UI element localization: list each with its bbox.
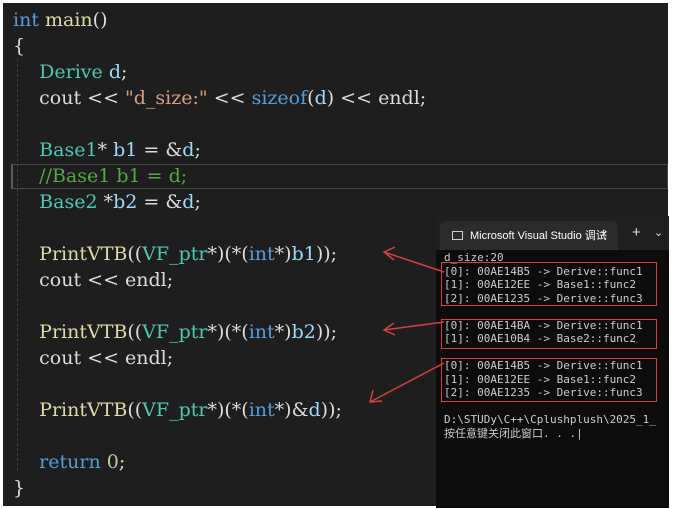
annotation-arrow-b1 [383, 251, 445, 273]
annotation-arrows [369, 246, 445, 403]
annotation-arrow-d [369, 362, 445, 403]
